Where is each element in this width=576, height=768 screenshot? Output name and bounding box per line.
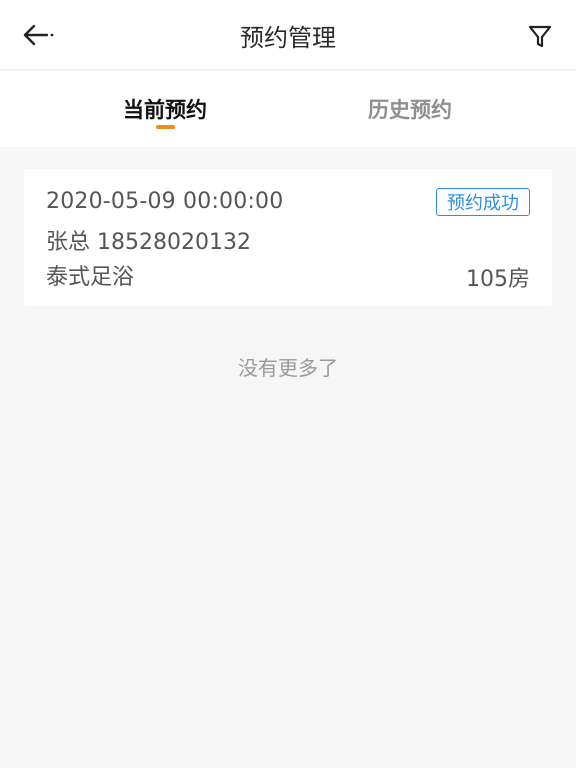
reservation-service: 泰式足浴 [46,265,135,290]
filter-button[interactable] [522,19,558,53]
active-tab-indicator [156,125,175,129]
no-more-text: 没有更多了 [238,356,338,380]
arrow-left-icon [23,24,54,46]
page-title: 预约管理 [240,23,336,52]
status-badge: 预约成功 [436,188,530,216]
top-navigation-bar: 预约管理 [0,0,576,70]
tab-history-reservations[interactable]: 历史预约 [335,71,485,147]
reservation-contact: 张总 18528020132 [46,230,251,255]
reservation-room: 105房 [466,267,530,292]
filter-icon [528,25,552,48]
reservation-card[interactable]: 2020-05-09 00:00:00 预约成功 张总 18528020132 … [24,169,552,306]
tab-bar: 当前预约 历史预约 [0,71,576,147]
back-button[interactable] [18,17,58,53]
reservation-datetime: 2020-05-09 00:00:00 [46,189,284,214]
tab-current-reservations[interactable]: 当前预约 [90,71,240,147]
